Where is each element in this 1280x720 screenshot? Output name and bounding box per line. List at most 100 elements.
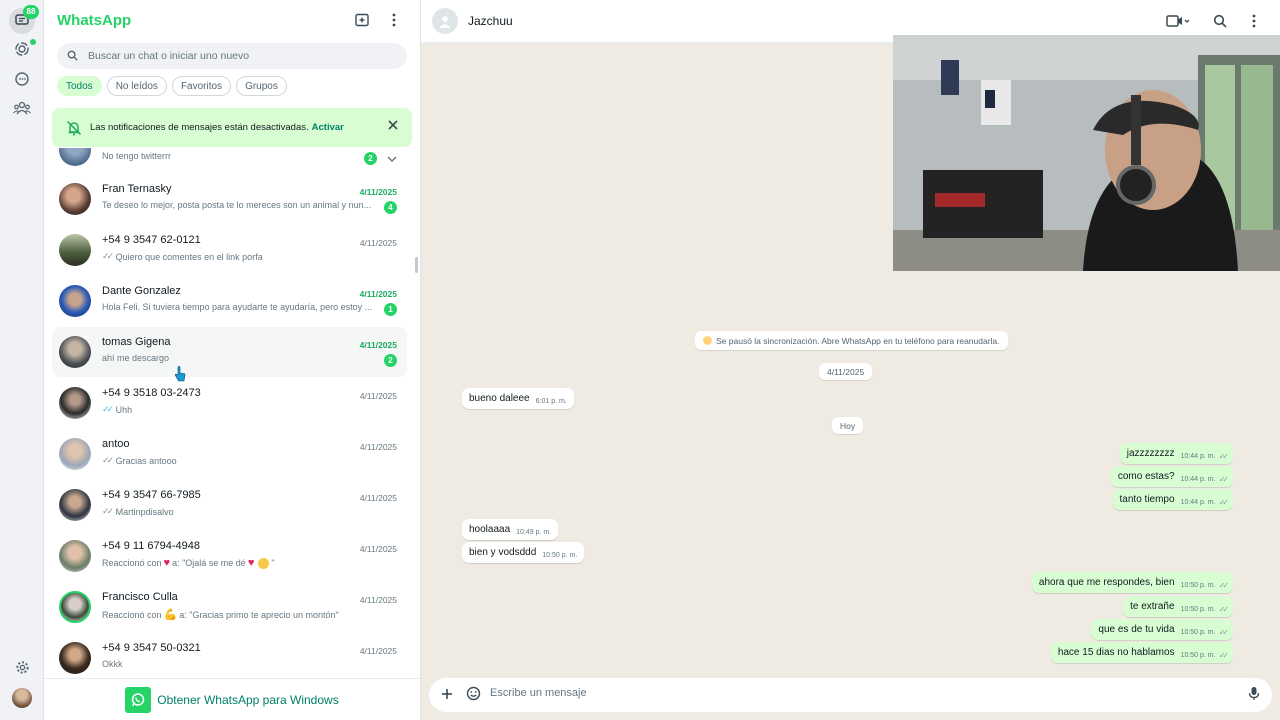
profile-avatar[interactable] <box>12 688 32 708</box>
get-windows-app-banner[interactable]: Obtener WhatsApp para Windows <box>44 678 420 720</box>
double-check-icon: ✓✓ <box>1218 475 1230 484</box>
warning-icon <box>703 336 712 345</box>
incoming-message[interactable]: hoolaaaa 10:49 p. m. <box>462 519 559 540</box>
communities-nav-button[interactable] <box>9 96 35 122</box>
avatar <box>59 591 91 623</box>
attach-button[interactable] <box>437 685 457 705</box>
avatar <box>59 234 91 266</box>
get-app-label: Obtener WhatsApp para Windows <box>157 692 339 707</box>
chat-preview: Te deseo lo mejor, posta posta te lo mer… <box>102 200 372 210</box>
microphone-icon <box>1248 686 1260 704</box>
sync-paused-notice: Se pausó la sincronización. Abre WhatsAp… <box>695 331 1008 350</box>
outgoing-message[interactable]: ahora que me respondes, bien 10:50 p. m. ✓… <box>1031 572 1233 593</box>
outgoing-message[interactable]: que es de tu vida 10:50 p. m. ✓✓ <box>1091 619 1233 640</box>
chat-list-panel: WhatsApp Todos No leídos Favoritos Grupo… <box>44 0 421 720</box>
heart-emoji-icon: ♥ <box>163 557 171 569</box>
settings-nav-button[interactable] <box>9 656 35 682</box>
chat-name: +54 9 3547 66-7985 <box>102 489 201 501</box>
chat-date: 4/11/2025 <box>359 442 397 452</box>
search-messages-button[interactable] <box>1213 12 1227 32</box>
mouse-cursor <box>174 366 186 382</box>
avatar <box>59 183 91 215</box>
status-new-dot <box>30 39 36 45</box>
outgoing-message[interactable]: tanto tiempo 10:44 p. m. ✓✓ <box>1112 489 1233 510</box>
incoming-message[interactable]: bueno daleee 6:01 p. m. <box>462 388 574 409</box>
chat-row[interactable]: antoo 4/11/2025 ✓✓ Gracias antooo <box>52 429 407 479</box>
chat-row[interactable]: Fran Ternasky 4/11/2025 Te deseo lo mejo… <box>52 174 407 224</box>
filter-groups[interactable]: Grupos <box>236 76 287 96</box>
outgoing-message[interactable]: como estas? 10:44 p. m. ✓✓ <box>1110 466 1233 487</box>
chat-date: 4/11/2025 <box>359 544 397 554</box>
chat-filters: Todos No leídos Favoritos Grupos <box>57 76 287 96</box>
chat-row[interactable]: +54 9 3518 03-2473 4/11/2025 ✓✓ Uhh <box>52 378 407 428</box>
chat-date: 4/11/2025 <box>359 646 397 656</box>
chat-name: antoo <box>102 438 130 450</box>
chat-date: 4/11/2025 <box>359 238 397 248</box>
notice-text: Las notificaciones de mensajes están des… <box>90 122 309 133</box>
bell-off-icon <box>64 118 84 138</box>
chat-row[interactable]: +54 9 3547 50-0321 4/11/2025 Okkk <box>52 633 407 678</box>
notice-close-button[interactable] <box>385 117 401 133</box>
chat-preview: ahí me descargo <box>102 353 170 363</box>
chat-row[interactable]: tomas Gigena 4/11/2025 ahí me descargo 2 <box>52 327 407 377</box>
chat-list: No tengo twitterrr 2 Fran Ternasky 4/11/… <box>44 148 416 678</box>
search-input[interactable] <box>88 50 388 62</box>
chat-preview: No tengo twitterrr <box>102 151 172 161</box>
close-icon <box>388 120 398 130</box>
voice-message-button[interactable] <box>1244 685 1264 705</box>
avatar <box>59 489 91 521</box>
menu-button[interactable] <box>384 11 404 31</box>
chat-name: Dante Gonzalez <box>102 285 181 297</box>
video-call-button[interactable] <box>1166 12 1190 32</box>
chat-date: 4/11/2025 <box>359 187 397 197</box>
double-check-icon: ✓✓ <box>102 251 114 261</box>
conversation-menu-button[interactable] <box>1252 12 1256 32</box>
outgoing-message[interactable]: hace 15 dias no hablamos 10:50 p. m. ✓✓ <box>1050 642 1233 663</box>
smiling-face-emoji-icon <box>258 557 270 569</box>
chat-row[interactable]: +54 9 11 6794-4948 4/11/2025 Reaccionó c… <box>52 531 407 581</box>
whatsapp-logo-icon <box>125 686 152 713</box>
chat-preview: Okkk <box>102 659 123 669</box>
chat-date: 4/11/2025 <box>359 493 397 503</box>
unread-count-badge: 2 <box>384 354 397 367</box>
contact-avatar[interactable] <box>432 8 458 34</box>
chat-row[interactable]: Francisco Culla 4/11/2025 Reaccionó con … <box>52 582 407 632</box>
chevron-down-icon[interactable] <box>387 152 397 167</box>
outgoing-message[interactable]: jazzzzzzzz 10:44 p. m. ✓✓ <box>1119 443 1233 464</box>
double-check-icon: ✓✓ <box>102 404 114 414</box>
chat-list-scrollbar[interactable] <box>415 257 418 273</box>
date-divider: 4/11/2025 <box>819 363 873 380</box>
notice-activate-link[interactable]: Activar <box>312 122 344 133</box>
chat-row[interactable]: No tengo twitterrr 2 <box>52 148 407 175</box>
channels-nav-button[interactable] <box>9 67 35 93</box>
double-check-icon: ✓✓ <box>1218 628 1230 637</box>
filter-unread[interactable]: No leídos <box>106 76 167 96</box>
chat-date: 4/11/2025 <box>359 595 397 605</box>
new-chat-button[interactable] <box>352 11 372 31</box>
double-check-icon: ✓✓ <box>1218 581 1230 590</box>
double-check-icon: ✓✓ <box>1218 605 1230 614</box>
chat-date: 4/11/2025 <box>359 391 397 401</box>
incoming-message[interactable]: bien y vodsddd 10:50 p. m. <box>462 542 585 563</box>
contact-name[interactable]: Jazchuu <box>468 14 513 28</box>
chat-date: 4/11/2025 <box>359 340 397 350</box>
filter-all[interactable]: Todos <box>57 76 102 96</box>
message-input[interactable] <box>490 687 1170 699</box>
outgoing-message[interactable]: te extrañe 10:50 p. m. ✓✓ <box>1123 596 1233 617</box>
webcam-overlay <box>893 35 1280 271</box>
avatar <box>59 642 91 674</box>
chat-row[interactable]: +54 9 3547 62-0121 4/11/2025 ✓✓ Quiero q… <box>52 225 407 275</box>
chat-preview: ✓✓ Martinpdisalvo <box>102 506 174 517</box>
chat-row[interactable]: +54 9 3547 66-7985 4/11/2025 ✓✓ Martinpd… <box>52 480 407 530</box>
message-composer <box>429 678 1272 712</box>
emoji-button[interactable] <box>463 685 483 705</box>
avatar <box>59 285 91 317</box>
filter-favorites[interactable]: Favoritos <box>171 76 232 96</box>
unread-count-badge: 2 <box>364 152 377 165</box>
avatar <box>59 540 91 572</box>
unread-count-badge: 1 <box>384 303 397 316</box>
chat-preview: Reaccionó con 💪 a: "Gracias primo te apr… <box>102 609 339 621</box>
chat-preview: Hola Feli. Si tuviera tiempo para ayudar… <box>102 302 373 312</box>
search-icon <box>67 49 78 64</box>
chat-row[interactable]: Dante Gonzalez 4/11/2025 Hola Feli. Si t… <box>52 276 407 326</box>
